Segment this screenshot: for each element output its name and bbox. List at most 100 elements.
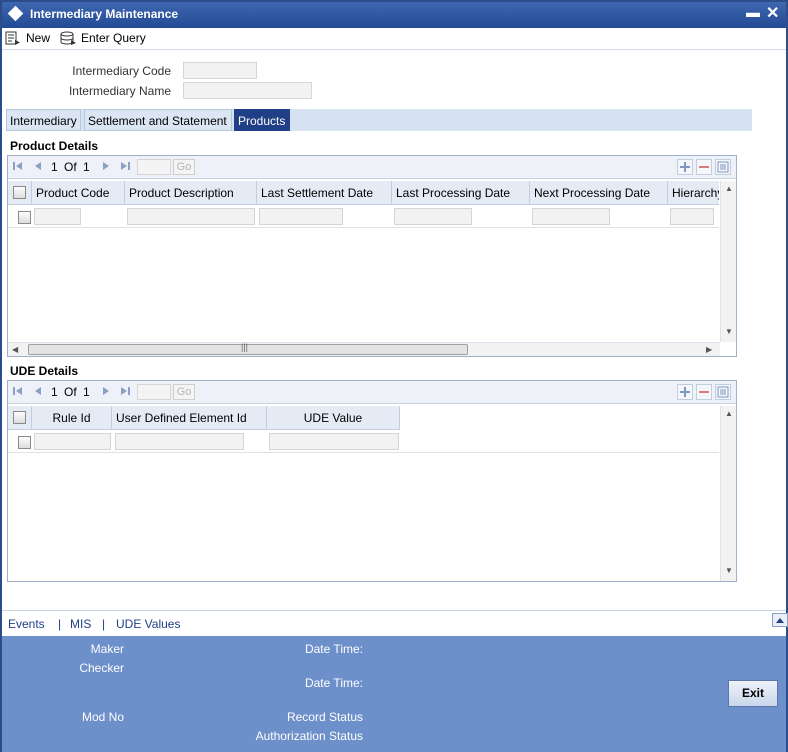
checker-date-time-label: Date Time: (304, 676, 363, 690)
col-last-settlement-date[interactable]: Last Settlement Date (257, 181, 392, 205)
select-all-checkbox[interactable] (13, 186, 26, 199)
col-product-code[interactable]: Product Code (32, 181, 125, 205)
row-checkbox[interactable] (18, 211, 31, 224)
close-icon[interactable]: ✕ (766, 3, 779, 23)
list-view-icon (717, 161, 729, 173)
scroll-down-icon[interactable]: ▼ (725, 566, 733, 575)
collapse-button[interactable] (772, 613, 788, 627)
list-view-icon (717, 386, 729, 398)
scroll-down-icon[interactable]: ▼ (725, 327, 733, 336)
of-label: Of (64, 160, 77, 174)
go-button[interactable]: Go (173, 159, 195, 175)
intermediary-name-label: Intermediary Name (68, 84, 171, 98)
link-separator: | (58, 617, 62, 631)
grip-icon: ||| (241, 342, 249, 352)
next-page-icon[interactable] (100, 385, 112, 397)
scroll-left-icon[interactable]: ◀ (12, 345, 18, 354)
link-separator: | (102, 617, 106, 631)
product-code-cell[interactable] (34, 208, 81, 225)
last-settlement-date-cell[interactable] (259, 208, 343, 225)
exit-button[interactable]: Exit (728, 680, 778, 707)
new-button[interactable]: New (5, 29, 53, 49)
single-view-button[interactable] (715, 159, 731, 175)
col-rule-id[interactable]: Rule Id (32, 406, 112, 430)
scroll-right-icon[interactable]: ▶ (706, 345, 712, 354)
footer-links-bar: Events | MIS | UDE Values (2, 610, 788, 636)
add-row-button[interactable] (677, 384, 693, 400)
col-product-description[interactable]: Product Description (125, 181, 257, 205)
delete-row-button[interactable] (696, 384, 712, 400)
product-vertical-scrollbar[interactable]: ▲ ▼ (720, 181, 736, 342)
col-last-processing-date[interactable]: Last Processing Date (392, 181, 530, 205)
window: Intermediary Maintenance ▬ ✕ New Enter Q… (0, 0, 788, 752)
select-all-cell (8, 406, 32, 430)
last-page-icon[interactable] (119, 385, 131, 397)
product-horizontal-scrollbar[interactable]: ◀ ||| ▶ (8, 342, 720, 356)
previous-page-icon[interactable] (32, 385, 44, 397)
next-page-icon[interactable] (100, 160, 112, 172)
scroll-up-icon[interactable]: ▲ (725, 184, 733, 193)
intermediary-code-field[interactable] (183, 62, 257, 79)
ude-grid-header: Rule Id User Defined Element Id UDE Valu… (8, 406, 400, 430)
single-view-button[interactable] (715, 384, 731, 400)
ude-values-link[interactable]: UDE Values (116, 617, 180, 631)
mis-link[interactable]: MIS (70, 617, 91, 631)
delete-row-button[interactable] (696, 159, 712, 175)
row-checkbox[interactable] (18, 436, 31, 449)
ude-details-grid: 1 Of 1 Go Rule Id User Defined Element I… (7, 380, 737, 582)
table-row (8, 205, 719, 228)
col-next-processing-date[interactable]: Next Processing Date (530, 181, 668, 205)
of-label: Of (64, 385, 77, 399)
col-hierarchy[interactable]: Hierarchy (668, 181, 719, 205)
product-description-cell[interactable] (127, 208, 255, 225)
go-button[interactable]: Go (173, 384, 195, 400)
scroll-up-icon[interactable]: ▲ (725, 409, 733, 418)
events-link[interactable]: Events (8, 617, 45, 631)
horizontal-scroll-thumb[interactable]: ||| (28, 342, 468, 355)
title-bar: Intermediary Maintenance ▬ ✕ (2, 2, 786, 28)
hierarchy-cell[interactable] (670, 208, 714, 225)
user-defined-element-id-cell[interactable] (115, 433, 244, 450)
new-button-label: New (26, 31, 51, 45)
product-details-grid: 1 Of 1 Go Product Code Product Descripti… (7, 155, 737, 357)
first-page-icon[interactable] (12, 385, 24, 397)
product-details-title: Product Details (10, 139, 99, 153)
plus-icon (680, 162, 690, 172)
toolbar: New Enter Query (2, 28, 786, 50)
tab-strip: Intermediary Settlement and Statement Pr… (6, 109, 752, 131)
product-pager: 1 Of 1 Go (8, 156, 736, 179)
add-row-button[interactable] (677, 159, 693, 175)
last-processing-date-cell[interactable] (394, 208, 472, 225)
window-title: Intermediary Maintenance (30, 7, 179, 21)
last-page-icon[interactable] (119, 160, 131, 172)
page-number-input[interactable] (137, 159, 171, 175)
next-processing-date-cell[interactable] (532, 208, 610, 225)
maker-label: Maker (90, 642, 124, 656)
minus-icon (699, 166, 709, 168)
minimize-icon[interactable]: ▬ (746, 4, 760, 20)
record-status-label: Record Status (286, 710, 363, 724)
query-icon (60, 31, 76, 45)
ude-vertical-scrollbar[interactable]: ▲ ▼ (720, 406, 736, 581)
minus-icon (699, 391, 709, 393)
tab-intermediary[interactable]: Intermediary (6, 109, 81, 131)
authorization-status-label: Authorization Status (255, 729, 363, 743)
enter-query-button[interactable]: Enter Query (60, 29, 150, 49)
col-user-defined-element-id[interactable]: User Defined Element Id (112, 406, 267, 430)
ude-value-cell[interactable] (269, 433, 399, 450)
col-ude-value[interactable]: UDE Value (267, 406, 400, 430)
previous-page-icon[interactable] (32, 160, 44, 172)
collapse-up-icon (776, 618, 784, 623)
tab-products[interactable]: Products (234, 109, 290, 131)
page-number-input[interactable] (137, 384, 171, 400)
new-document-icon (5, 31, 20, 45)
select-all-cell (8, 181, 32, 205)
first-page-icon[interactable] (12, 160, 24, 172)
product-grid-header: Product Code Product Description Last Se… (8, 181, 719, 205)
rule-id-cell[interactable] (34, 433, 111, 450)
select-all-checkbox[interactable] (13, 411, 26, 424)
enter-query-label: Enter Query (81, 31, 146, 45)
total-pages: 1 (83, 385, 90, 399)
tab-settlement-and-statement[interactable]: Settlement and Statement (84, 109, 232, 131)
intermediary-name-field[interactable] (183, 82, 312, 99)
